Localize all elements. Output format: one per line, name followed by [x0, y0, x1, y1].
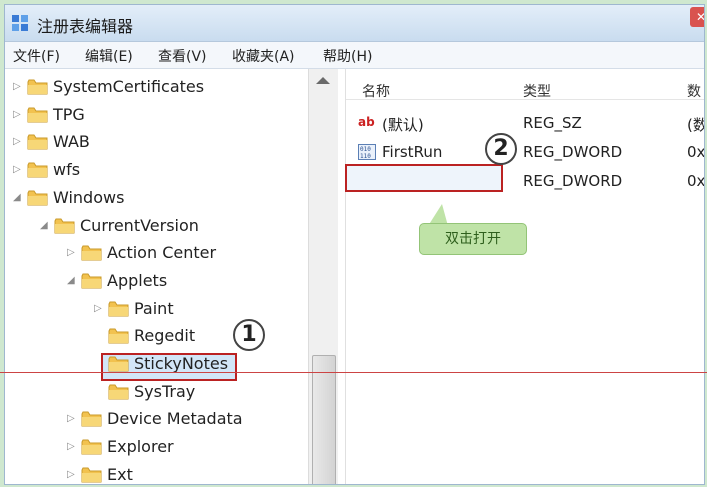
- collapse-arrow-icon[interactable]: ◢: [13, 192, 23, 203]
- expand-arrow-icon[interactable]: ▷: [67, 442, 77, 452]
- expand-arrow-icon[interactable]: ▷: [13, 165, 23, 175]
- tree-item-label: Action Center: [107, 243, 217, 263]
- svg-text:010: 010: [360, 146, 371, 153]
- no-expander: [94, 359, 104, 369]
- menu-file[interactable]: 文件(F): [13, 46, 60, 66]
- tree-item[interactable]: ◢ Windows: [13, 186, 293, 212]
- svg-text:110: 110: [360, 153, 371, 160]
- scrollbar-thumb[interactable]: [312, 355, 336, 484]
- value-type: REG_DWORD: [523, 172, 623, 190]
- string-value-icon: ab: [358, 115, 375, 129]
- folder-icon: [81, 245, 102, 261]
- tree-item[interactable]: ◢ CurrentVersion: [40, 214, 320, 240]
- tree-item[interactable]: Regedit: [94, 324, 338, 350]
- expand-arrow-icon[interactable]: ▷: [67, 248, 77, 258]
- value-name: (默认): [382, 116, 424, 134]
- binary-value-icon: 010110: [358, 144, 376, 160]
- tree-item[interactable]: ▷ SystemCertificates: [13, 75, 293, 101]
- values-list-pane: 名称 类型 数 ab(默认)REG_SZ(数010110FirstRunREG_…: [345, 69, 705, 484]
- tree-item-label: WAB: [53, 132, 90, 152]
- list-header: 名称 类型 数: [346, 69, 704, 101]
- registry-app-icon: [12, 15, 28, 31]
- tree-item[interactable]: ▷ TPG: [13, 103, 293, 129]
- value-data: (数: [687, 116, 704, 134]
- column-name-header[interactable]: 名称: [362, 81, 390, 101]
- tree-item-label: Paint: [134, 298, 174, 318]
- folder-icon: [27, 134, 48, 150]
- no-expander: [94, 387, 104, 397]
- expand-arrow-icon[interactable]: ▷: [67, 469, 77, 480]
- no-expander: [94, 331, 104, 341]
- tree-item[interactable]: ▷ Ext: [67, 463, 338, 484]
- tree-item-label: CurrentVersion: [80, 215, 199, 235]
- key-tree-pane: ▷ SystemCertificates ▷ TPG ▷ WAB ▷ wfs ◢ Windows ◢…: [5, 69, 338, 484]
- window-title: 注册表编辑器: [37, 17, 134, 36]
- folder-icon: [54, 218, 75, 233]
- tree-item-label: Ext: [107, 464, 133, 484]
- tree-item[interactable]: ▷ wfs: [13, 158, 293, 184]
- value-data: 0x: [687, 143, 705, 161]
- tree-item-label: Explorer: [107, 437, 174, 457]
- expand-arrow-icon[interactable]: ▷: [13, 109, 23, 120]
- step-1-callout: 1: [233, 319, 265, 351]
- title-bar: 注册表编辑器 ✕: [5, 5, 704, 42]
- value-type: REG_DWORD: [523, 143, 623, 161]
- value-row[interactable]: ab (默认) REG_SZ (数: [346, 110, 704, 138]
- close-icon[interactable]: ✕: [690, 7, 704, 27]
- tree-item[interactable]: StickyNotes: [94, 352, 338, 378]
- tree-item[interactable]: ▷ WAB: [13, 130, 293, 156]
- tree-item-label: wfs: [53, 160, 81, 180]
- menu-bar: 文件(F) 编辑(E) 查看(V) 收藏夹(A) 帮助(H): [5, 42, 704, 69]
- column-type-header[interactable]: 类型: [523, 81, 551, 101]
- tree-item-label: StickyNotes: [134, 354, 229, 373]
- value-data: 0x: [687, 172, 705, 190]
- tree-item[interactable]: ▷ Device Metadata: [67, 407, 338, 433]
- value-type: REG_SZ: [523, 114, 582, 132]
- tree-item[interactable]: ▷ Paint: [94, 297, 338, 323]
- folder-icon: [81, 411, 102, 427]
- tree-item-label: Windows: [53, 187, 125, 207]
- menu-edit[interactable]: 编辑(E): [85, 46, 133, 66]
- menu-help[interactable]: 帮助(H): [323, 46, 372, 66]
- tree-item[interactable]: ▷ Explorer: [67, 435, 338, 461]
- tree-item[interactable]: ◢ Applets: [67, 269, 338, 295]
- folder-icon: [108, 328, 129, 344]
- folder-icon: [81, 467, 102, 483]
- menu-favorites[interactable]: 收藏夹(A): [232, 46, 295, 66]
- double-click-tip: 双击打开: [419, 223, 527, 255]
- folder-icon: [81, 439, 102, 455]
- folder-icon: [108, 384, 129, 400]
- folder-icon: [27, 79, 48, 95]
- expand-arrow-icon[interactable]: ▷: [94, 303, 104, 314]
- tree-item-label: SysTray: [134, 381, 196, 401]
- folder-icon: [27, 162, 48, 178]
- scroll-up-arrow-icon[interactable]: [316, 77, 330, 84]
- expand-arrow-icon[interactable]: ▷: [13, 82, 23, 92]
- tree-item-label: TPG: [53, 104, 85, 124]
- value-row[interactable]: 010 110 FirstRun REG_DWORD 0x: [346, 139, 705, 167]
- tree-item[interactable]: ▷ Action Center: [67, 241, 338, 267]
- tree-item-label: Device Metadata: [107, 409, 243, 429]
- red-guide-line: [0, 372, 707, 373]
- expand-arrow-icon[interactable]: ▷: [67, 414, 77, 424]
- column-data-header[interactable]: 数: [687, 81, 701, 101]
- folder-icon: [108, 356, 129, 372]
- tree-item-label: Applets: [107, 270, 168, 290]
- tree-item[interactable]: SysTray: [94, 380, 338, 406]
- tree-item-label: Regedit: [134, 326, 196, 346]
- step-2-callout: 2: [485, 133, 517, 165]
- collapse-arrow-icon[interactable]: ◢: [40, 220, 50, 231]
- tree-scrollbar[interactable]: [308, 69, 338, 484]
- folder-icon: [27, 107, 48, 123]
- prompt-on-highlight-box: [345, 164, 503, 192]
- folder-icon: [81, 273, 102, 289]
- collapse-arrow-icon[interactable]: ◢: [67, 275, 77, 286]
- expand-arrow-icon[interactable]: ▷: [13, 137, 23, 147]
- folder-icon: [27, 190, 48, 206]
- tree-item-label: SystemCertificates: [53, 77, 205, 96]
- menu-view[interactable]: 查看(V): [158, 46, 207, 66]
- folder-icon: [108, 301, 129, 317]
- registry-editor-window: 注册表编辑器 ✕ 文件(F) 编辑(E) 查看(V) 收藏夹(A) 帮助(H) …: [4, 4, 705, 485]
